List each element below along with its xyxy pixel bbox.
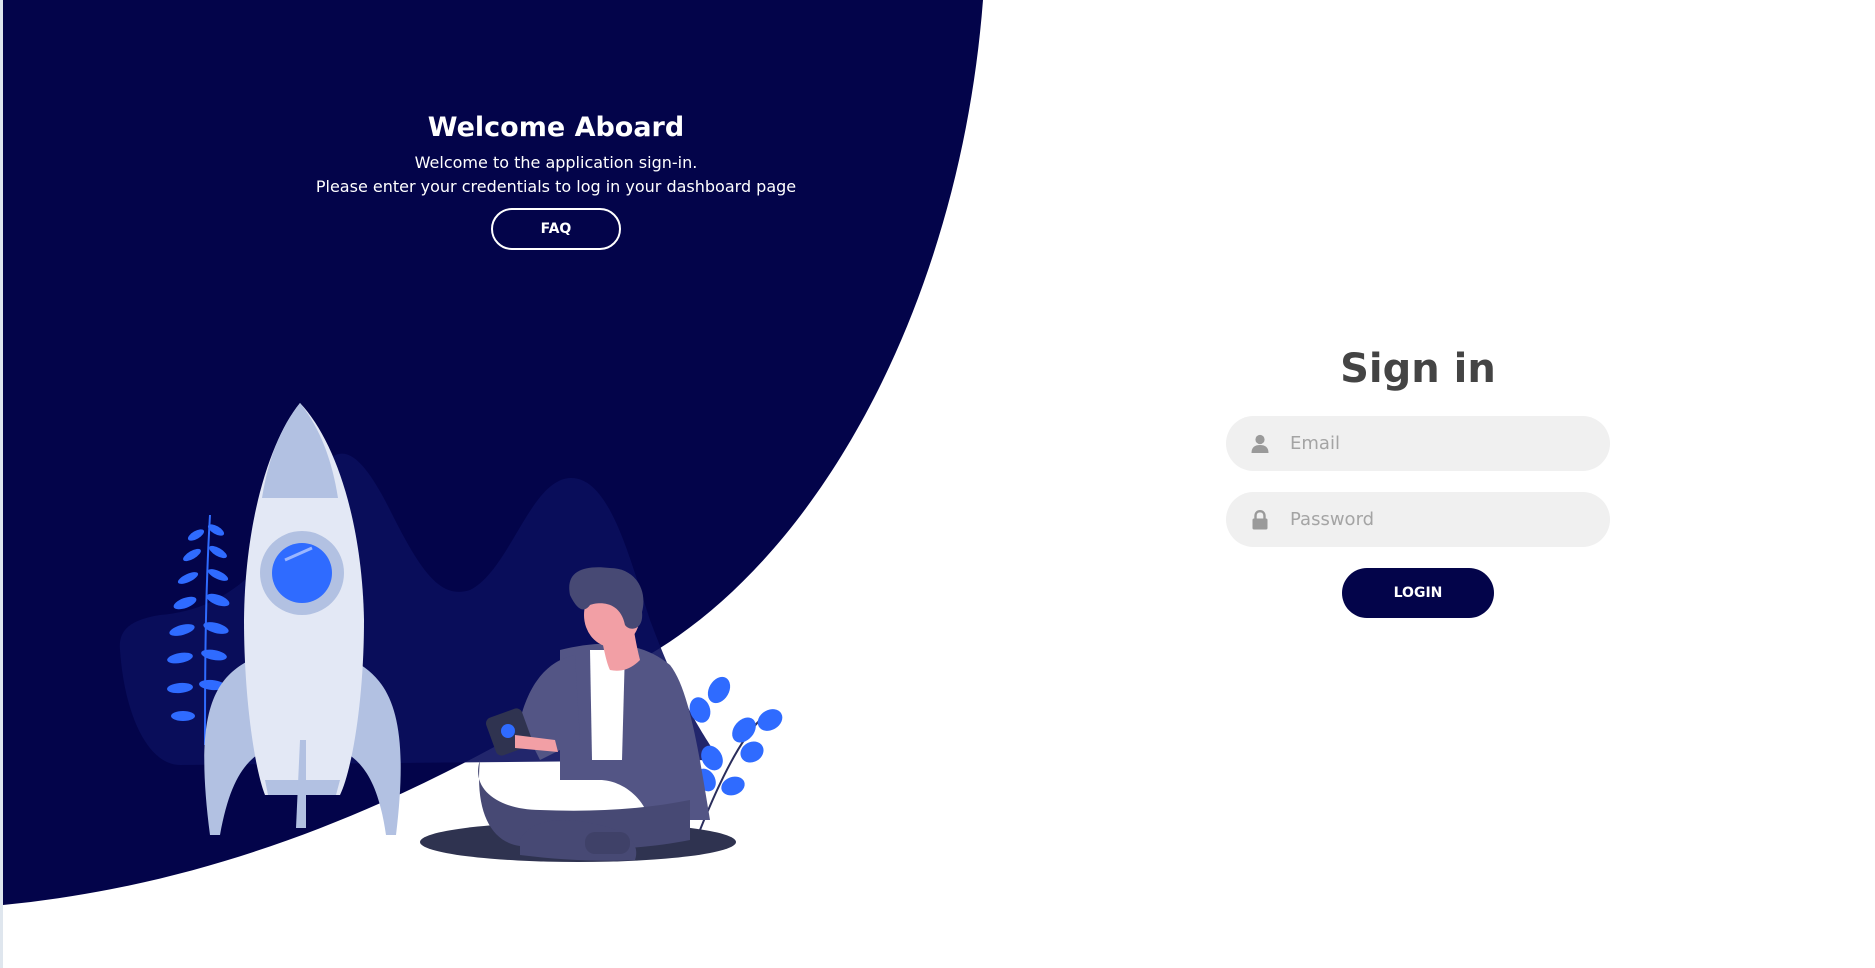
user-icon	[1250, 434, 1270, 454]
welcome-title: Welcome Aboard	[427, 112, 685, 143]
email-input[interactable]	[1288, 422, 1572, 465]
password-field[interactable]	[1226, 492, 1610, 547]
welcome-line-1: Welcome to the application sign-in.	[414, 153, 698, 172]
welcome-line-2: Please enter your credentials to log in …	[315, 177, 797, 196]
welcome-section: Welcome Aboard Welcome to the applicatio…	[296, 112, 816, 250]
sign-in-form: Sign in LOGIN	[1226, 346, 1610, 618]
faq-button[interactable]: FAQ	[491, 208, 621, 250]
login-button[interactable]: LOGIN	[1342, 568, 1494, 618]
sign-in-title: Sign in	[1340, 346, 1496, 392]
email-field[interactable]	[1226, 416, 1610, 471]
login-page: Welcome Aboard Welcome to the applicatio…	[0, 0, 1875, 968]
lock-icon	[1250, 509, 1270, 530]
password-input[interactable]	[1288, 498, 1572, 541]
